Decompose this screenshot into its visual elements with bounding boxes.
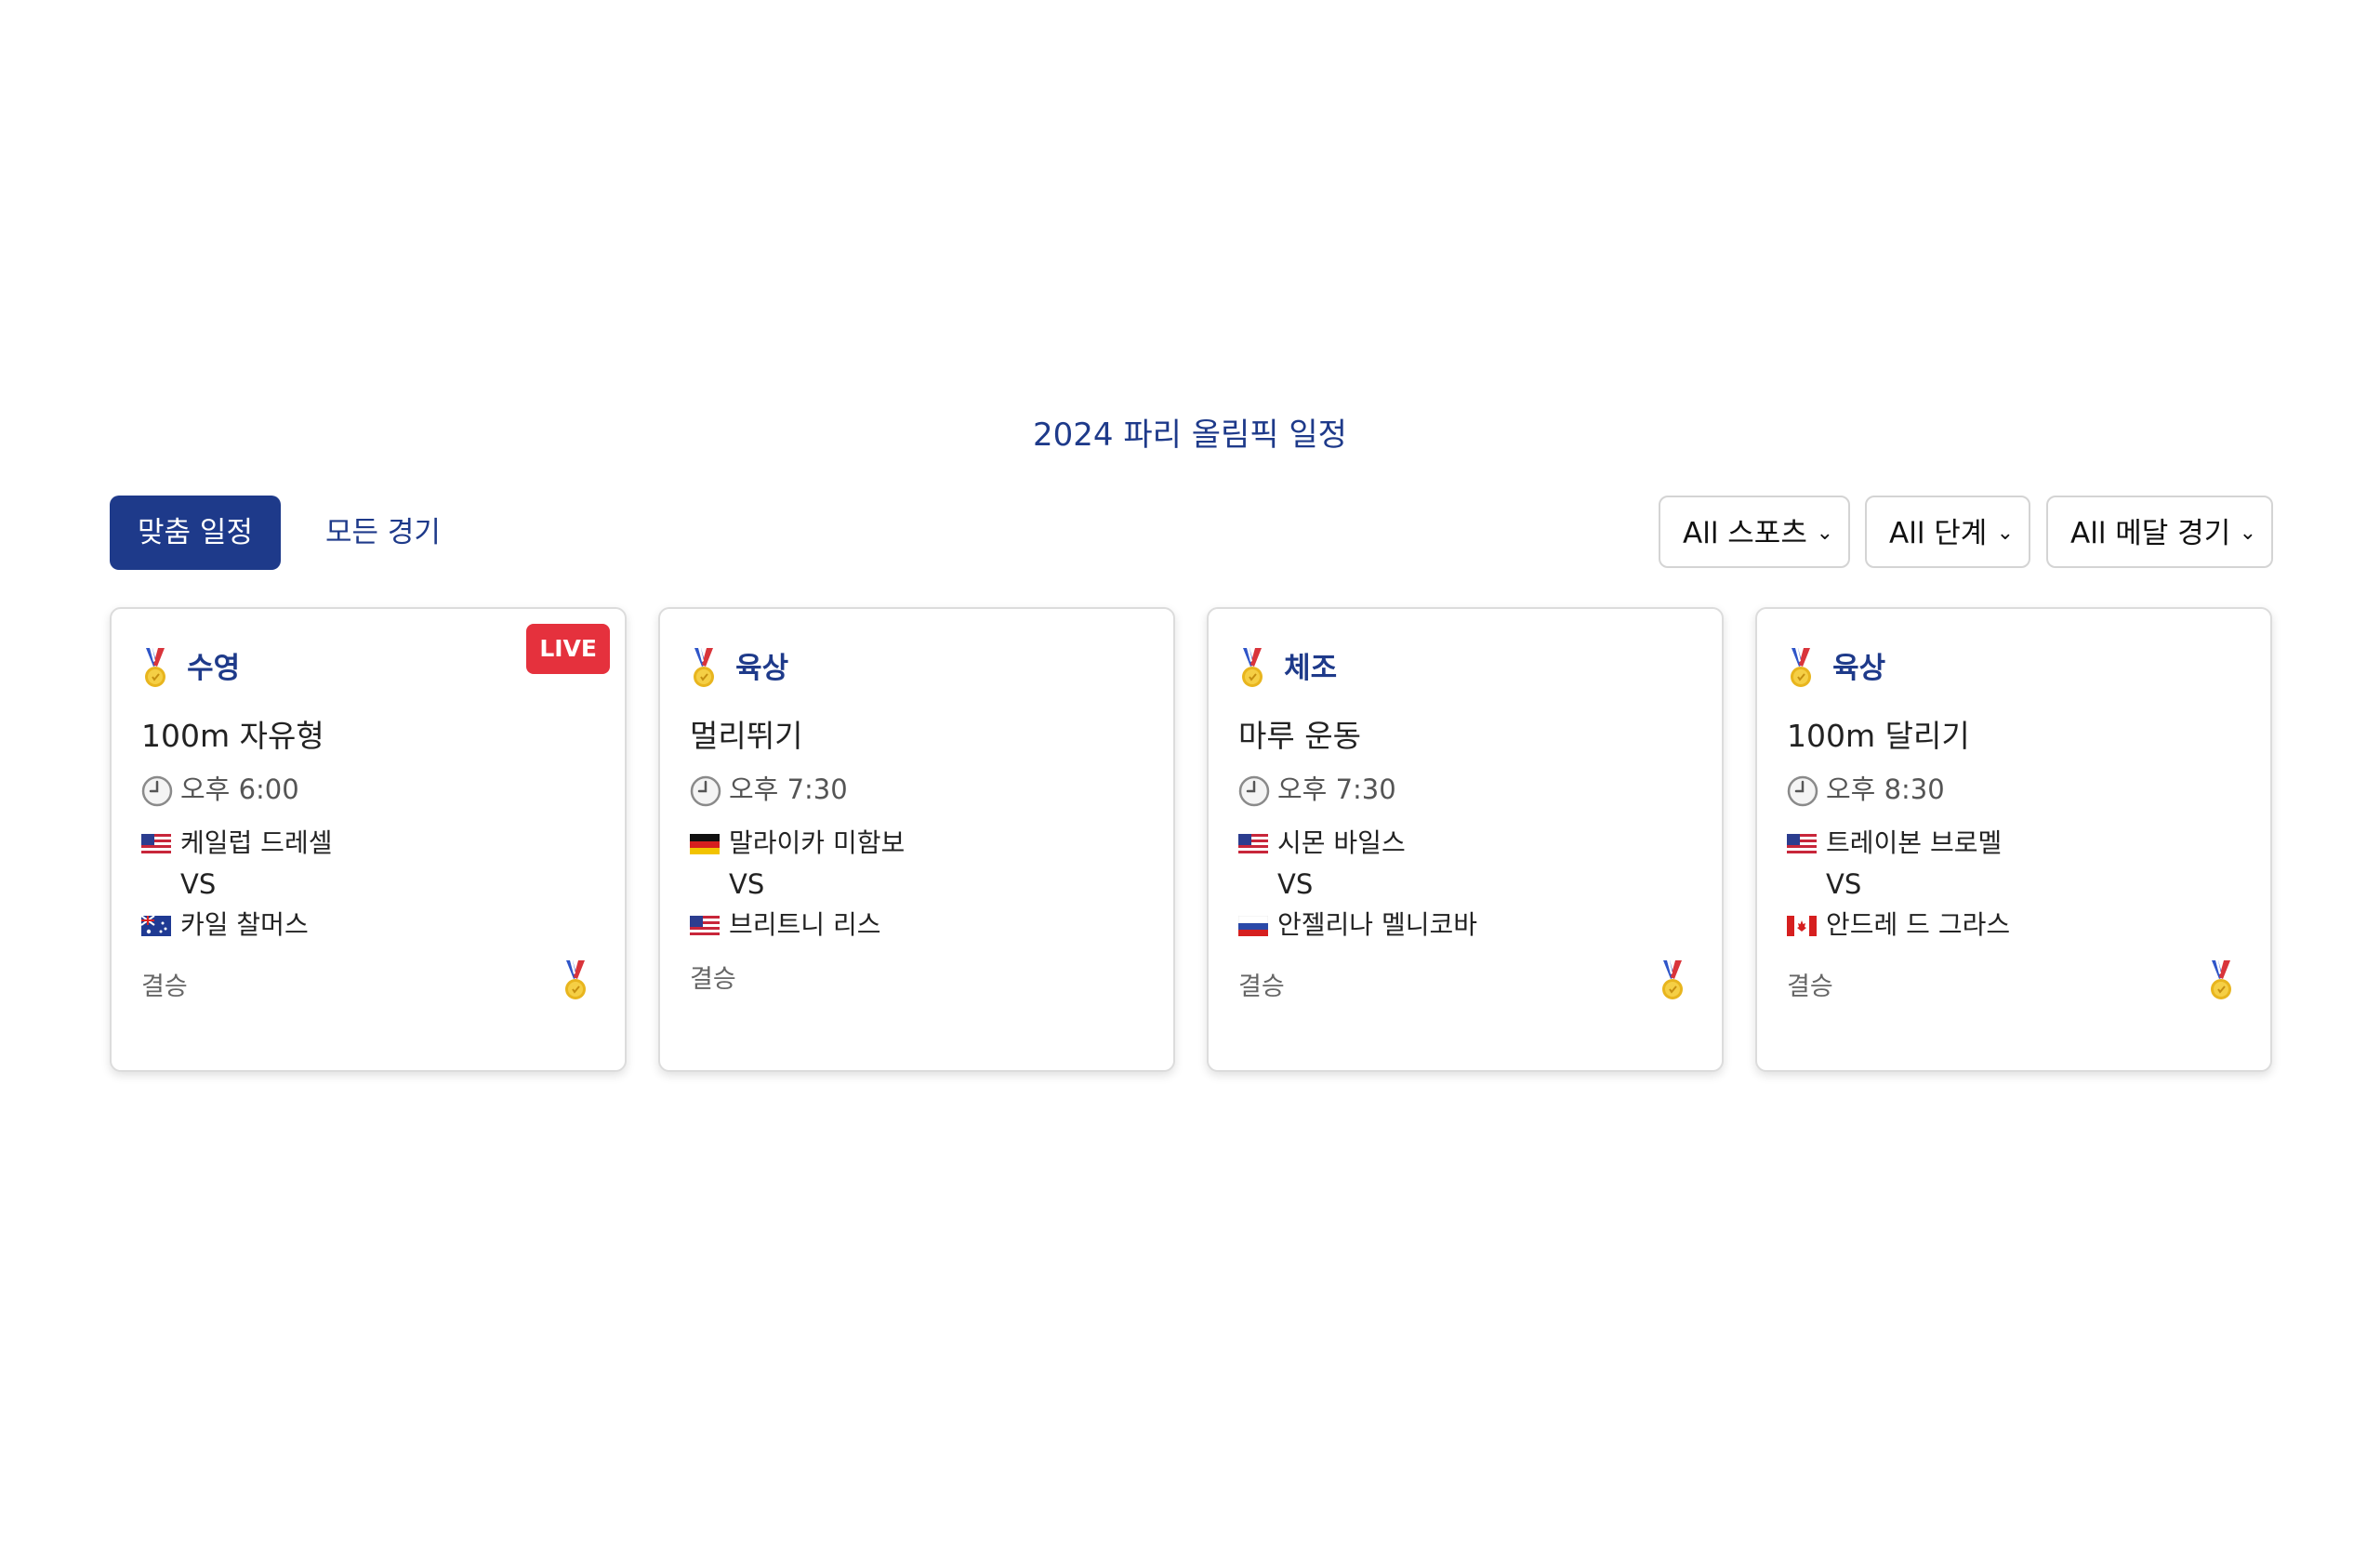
medal-icon: [1787, 648, 1815, 689]
athlete-name: 트레이본 브로멜: [1826, 827, 2003, 858]
vs-label: VS: [729, 868, 765, 900]
tab-all-events[interactable]: 모든 경기: [325, 496, 441, 570]
event-card[interactable]: 수영 LIVE 100m 자유형 오후 6:00 케일럽 드레셀 VS 카일 찰…: [110, 607, 627, 1072]
athlete-2: 브리트니 리스: [690, 906, 880, 944]
vs-label: VS: [1826, 868, 1862, 900]
controls-bar: 맞춤 일정 모든 경기 All 스포츠 ⌄ All 단계 ⌄ All 메달 경기…: [110, 496, 2273, 570]
clock-icon: [1238, 775, 1270, 807]
stage-label: 결승: [141, 972, 188, 1001]
us-flag-icon: [141, 834, 171, 854]
athlete-name: 안젤리나 멜니코바: [1277, 909, 1477, 940]
chevron-down-icon: ⌄: [2239, 522, 2256, 545]
us-flag-icon: [690, 916, 720, 936]
athlete-name: 케일럽 드레셀: [180, 827, 333, 858]
event-card[interactable]: 육상 멀리뛰기 오후 7:30 말라이카 미함보 VS 브리트니 리스 결승: [658, 607, 1175, 1072]
chevron-down-icon: ⌄: [1996, 522, 2014, 545]
medal-event-icon: [2207, 960, 2235, 1001]
event-time: 오후 6:00: [141, 771, 299, 808]
vs-label: VS: [180, 868, 217, 900]
event-name: 100m 자유형: [141, 718, 324, 754]
sport-name: 육상: [1832, 651, 1886, 685]
event-time: 오후 7:30: [1238, 771, 1396, 808]
sport-filter-value: All 스포츠: [1683, 517, 1807, 550]
chevron-down-icon: ⌄: [1816, 522, 1833, 545]
event-name: 마루 운동: [1238, 718, 1361, 754]
au-flag-icon: [141, 916, 171, 936]
us-flag-icon: [1238, 834, 1268, 854]
sport-name: 체조: [1284, 651, 1338, 685]
athlete-name: 안드레 드 그라스: [1826, 909, 2011, 940]
athlete-1: 시몬 바일스: [1238, 825, 1406, 862]
event-time: 오후 7:30: [690, 771, 848, 808]
sport-name: 수영: [187, 651, 241, 685]
medal-filter-select[interactable]: All 메달 경기 ⌄: [2046, 496, 2273, 568]
athlete-name: 카일 찰머스: [180, 909, 309, 940]
event-time-text: 오후 7:30: [1277, 774, 1396, 805]
athlete-1: 케일럽 드레셀: [141, 825, 332, 862]
tab-my-schedule[interactable]: 맞춤 일정: [110, 496, 281, 570]
event-time-text: 오후 8:30: [1826, 774, 1945, 805]
sport-row: 육상: [1787, 644, 1885, 691]
clock-icon: [141, 775, 173, 807]
medal-icon: [141, 648, 169, 689]
medal-filter-value: All 메달 경기: [2070, 517, 2231, 550]
page-title: 2024 파리 올림픽 일정: [1033, 416, 1347, 454]
stage-label: 결승: [1238, 972, 1285, 1001]
athlete-name: 말라이카 미함보: [729, 827, 906, 858]
live-badge: LIVE: [526, 624, 610, 674]
medal-event-icon: [562, 960, 589, 1001]
athlete-name: 시몬 바일스: [1277, 827, 1406, 858]
de-flag-icon: [690, 834, 720, 854]
sport-row: 육상: [690, 644, 788, 691]
event-time-text: 오후 6:00: [180, 774, 299, 805]
ru-flag-icon: [1238, 916, 1268, 936]
athlete-1: 말라이카 미함보: [690, 825, 905, 862]
event-name: 100m 달리기: [1787, 718, 1970, 754]
athlete-1: 트레이본 브로멜: [1787, 825, 2002, 862]
athlete-2: 안드레 드 그라스: [1787, 906, 2010, 944]
ca-flag-icon: [1787, 916, 1817, 936]
sport-name: 육상: [735, 651, 789, 685]
sport-row: 체조: [1238, 644, 1337, 691]
athlete-2: 카일 찰머스: [141, 906, 309, 944]
medal-icon: [690, 648, 718, 689]
medal-event-icon: [1659, 960, 1686, 1001]
us-flag-icon: [1787, 834, 1817, 854]
event-card[interactable]: 체조 마루 운동 오후 7:30 시몬 바일스 VS 안젤리나 멜니코바 결승: [1207, 607, 1724, 1072]
medal-icon: [1238, 648, 1266, 689]
stage-filter-select[interactable]: All 단계 ⌄: [1865, 496, 2030, 568]
clock-icon: [690, 775, 721, 807]
event-time-text: 오후 7:30: [729, 774, 848, 805]
athlete-name: 브리트니 리스: [729, 909, 881, 940]
event-time: 오후 8:30: [1787, 771, 1945, 808]
sport-filter-select[interactable]: All 스포츠 ⌄: [1659, 496, 1850, 568]
event-card[interactable]: 육상 100m 달리기 오후 8:30 트레이본 브로멜 VS 안드레 드 그라…: [1755, 607, 2272, 1072]
vs-label: VS: [1277, 868, 1314, 900]
event-name: 멀리뛰기: [690, 718, 803, 754]
sport-row: 수영: [141, 644, 240, 691]
stage-label: 결승: [690, 965, 736, 994]
stage-filter-value: All 단계: [1889, 517, 1988, 550]
stage-label: 결승: [1787, 972, 1833, 1001]
athlete-2: 안젤리나 멜니코바: [1238, 906, 1477, 944]
clock-icon: [1787, 775, 1818, 807]
